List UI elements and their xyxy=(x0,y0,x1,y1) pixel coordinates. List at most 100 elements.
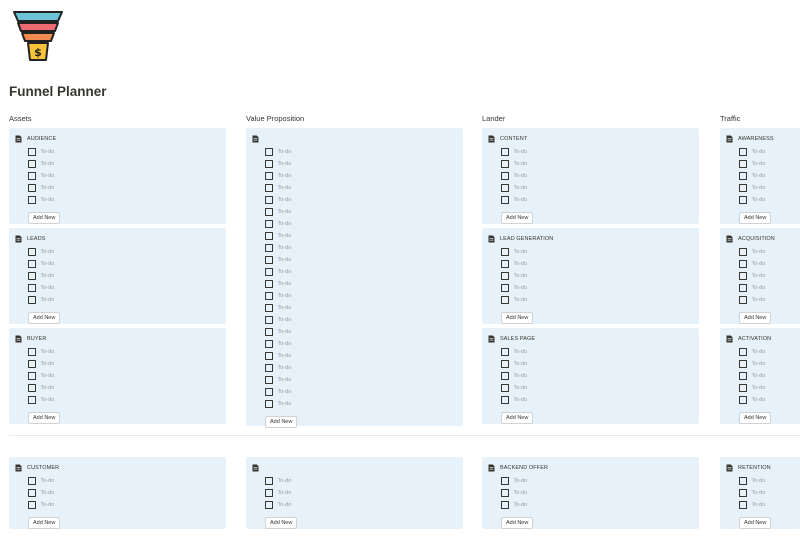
checkbox[interactable] xyxy=(739,396,747,404)
card-title[interactable]: RETENTION xyxy=(738,465,771,471)
add-new-button[interactable]: Add New xyxy=(28,517,61,529)
todo-label[interactable]: To-do xyxy=(752,273,766,279)
checkbox[interactable] xyxy=(265,160,273,168)
checkbox[interactable] xyxy=(28,372,36,380)
checkbox[interactable] xyxy=(265,172,273,180)
card-header[interactable]: AWARENESS xyxy=(726,134,800,143)
checkbox[interactable] xyxy=(265,400,273,408)
checkbox[interactable] xyxy=(265,244,273,252)
checkbox[interactable] xyxy=(739,272,747,280)
todo-label[interactable]: To-do xyxy=(41,249,55,255)
checkbox[interactable] xyxy=(265,352,273,360)
checkbox[interactable] xyxy=(28,196,36,204)
todo-label[interactable]: To-do xyxy=(278,353,292,359)
card-header[interactable]: ACTIVATION xyxy=(726,334,800,343)
add-new-button[interactable]: Add New xyxy=(739,312,772,324)
add-new-button[interactable]: Add New xyxy=(28,212,61,224)
card-title[interactable]: ACTIVATION xyxy=(738,336,771,342)
todo-label[interactable]: To-do xyxy=(514,161,528,167)
checkbox[interactable] xyxy=(501,372,509,380)
checkbox[interactable] xyxy=(739,489,747,497)
todo-label[interactable]: To-do xyxy=(752,285,766,291)
todo-label[interactable]: To-do xyxy=(514,249,528,255)
checkbox[interactable] xyxy=(501,489,509,497)
todo-label[interactable]: To-do xyxy=(278,317,292,323)
checkbox[interactable] xyxy=(28,384,36,392)
add-new-button[interactable]: Add New xyxy=(501,412,534,424)
todo-label[interactable]: To-do xyxy=(278,173,292,179)
todo-label[interactable]: To-do xyxy=(514,349,528,355)
todo-label[interactable]: To-do xyxy=(278,269,292,275)
checkbox[interactable] xyxy=(739,172,747,180)
checkbox[interactable] xyxy=(501,260,509,268)
checkbox[interactable] xyxy=(28,489,36,497)
card-title[interactable]: SALES PAGE xyxy=(500,336,535,342)
checkbox[interactable] xyxy=(739,196,747,204)
checkbox[interactable] xyxy=(501,172,509,180)
checkbox[interactable] xyxy=(28,296,36,304)
checkbox[interactable] xyxy=(28,360,36,368)
checkbox[interactable] xyxy=(28,284,36,292)
todo-label[interactable]: To-do xyxy=(514,297,528,303)
todo-label[interactable]: To-do xyxy=(752,349,766,355)
todo-label[interactable]: To-do xyxy=(752,478,766,484)
todo-label[interactable]: To-do xyxy=(278,490,292,496)
card-title[interactable]: BUYER xyxy=(27,336,46,342)
todo-label[interactable]: To-do xyxy=(278,281,292,287)
checkbox[interactable] xyxy=(28,148,36,156)
add-new-button[interactable]: Add New xyxy=(28,312,61,324)
checkbox[interactable] xyxy=(28,348,36,356)
checkbox[interactable] xyxy=(265,220,273,228)
checkbox[interactable] xyxy=(265,328,273,336)
todo-label[interactable]: To-do xyxy=(752,161,766,167)
checkbox[interactable] xyxy=(28,184,36,192)
todo-label[interactable]: To-do xyxy=(278,293,292,299)
todo-label[interactable]: To-do xyxy=(514,197,528,203)
checkbox[interactable] xyxy=(739,248,747,256)
checkbox[interactable] xyxy=(501,148,509,156)
todo-label[interactable]: To-do xyxy=(41,478,55,484)
todo-label[interactable]: To-do xyxy=(41,297,55,303)
todo-label[interactable]: To-do xyxy=(41,149,55,155)
todo-label[interactable]: To-do xyxy=(278,221,292,227)
card-title[interactable]: AWARENESS xyxy=(738,136,774,142)
card-header[interactable]: CONTENT xyxy=(488,134,699,143)
todo-label[interactable]: To-do xyxy=(41,161,55,167)
todo-label[interactable]: To-do xyxy=(752,173,766,179)
checkbox[interactable] xyxy=(28,260,36,268)
add-new-button[interactable]: Add New xyxy=(501,312,534,324)
add-new-button[interactable]: Add New xyxy=(739,517,772,529)
todo-label[interactable]: To-do xyxy=(278,257,292,263)
todo-label[interactable]: To-do xyxy=(278,305,292,311)
todo-label[interactable]: To-do xyxy=(41,490,55,496)
checkbox[interactable] xyxy=(265,340,273,348)
checkbox[interactable] xyxy=(501,501,509,509)
checkbox[interactable] xyxy=(265,489,273,497)
card-title[interactable]: CUSTOMER xyxy=(27,465,59,471)
checkbox[interactable] xyxy=(265,292,273,300)
card-header[interactable] xyxy=(252,134,463,143)
todo-label[interactable]: To-do xyxy=(514,385,528,391)
card-header[interactable]: SALES PAGE xyxy=(488,334,699,343)
card-title[interactable]: LEADS xyxy=(27,236,46,242)
checkbox[interactable] xyxy=(265,256,273,264)
checkbox[interactable] xyxy=(501,477,509,485)
checkbox[interactable] xyxy=(265,232,273,240)
todo-label[interactable]: To-do xyxy=(278,185,292,191)
todo-label[interactable]: To-do xyxy=(278,502,292,508)
todo-label[interactable]: To-do xyxy=(278,245,292,251)
todo-label[interactable]: To-do xyxy=(41,502,55,508)
card-title[interactable]: ACQUISITION xyxy=(738,236,775,242)
add-new-button[interactable]: Add New xyxy=(739,412,772,424)
checkbox[interactable] xyxy=(265,196,273,204)
checkbox[interactable] xyxy=(28,396,36,404)
checkbox[interactable] xyxy=(739,148,747,156)
todo-label[interactable]: To-do xyxy=(514,361,528,367)
card-title[interactable]: AUDIENCE xyxy=(27,136,56,142)
checkbox[interactable] xyxy=(265,501,273,509)
todo-label[interactable]: To-do xyxy=(752,149,766,155)
todo-label[interactable]: To-do xyxy=(41,173,55,179)
checkbox[interactable] xyxy=(265,268,273,276)
todo-label[interactable]: To-do xyxy=(278,401,292,407)
checkbox[interactable] xyxy=(501,160,509,168)
